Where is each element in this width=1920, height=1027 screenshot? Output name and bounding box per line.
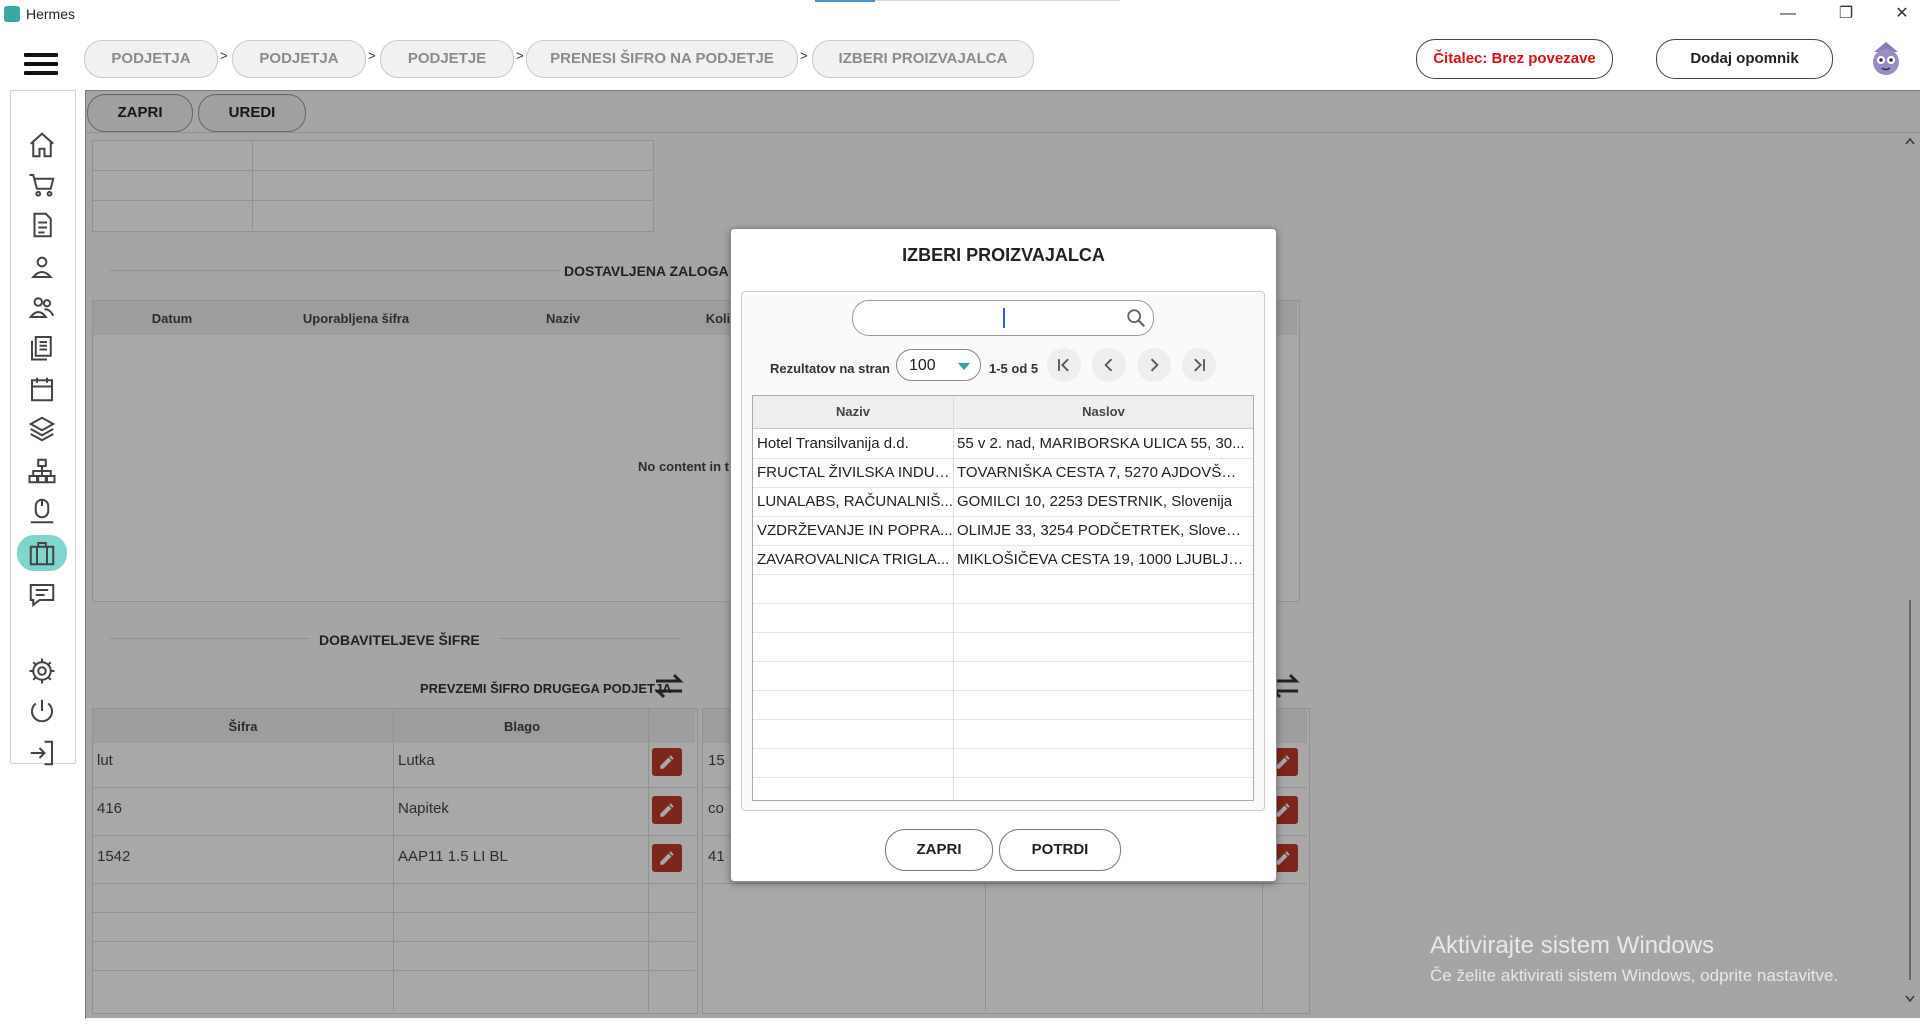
manufacturer-address: OLIMJE 33, 3254 PODČETRTEK, Slovenija xyxy=(957,522,1247,539)
column-divider xyxy=(953,396,954,800)
dialog-close-button[interactable]: ZAPRI xyxy=(885,829,993,871)
logout-icon[interactable] xyxy=(20,736,64,770)
first-page-button[interactable] xyxy=(1047,348,1081,382)
dialog-title: IZBERI PROIZVAJALCA xyxy=(902,245,1105,265)
manufacturer-address: TOVARNIŠKA CESTA 7, 5270 AJDOVŠČIN... xyxy=(957,464,1247,481)
list-icon[interactable] xyxy=(20,330,64,364)
manufacturer-address: GOMILCI 10, 2253 DESTRNIK, Slovenija xyxy=(957,493,1233,510)
windows-activation-text: Če želite aktivirati sistem Windows, odp… xyxy=(1430,966,1839,985)
windows-activation-title: Aktivirajte sistem Windows xyxy=(1430,932,1715,959)
title-accent xyxy=(815,0,875,2)
table-row[interactable]: LUNALABS, RAČUNALNIŠ... GOMILCI 10, 2253 … xyxy=(753,487,1253,517)
mouse-icon[interactable] xyxy=(20,494,64,528)
table-row[interactable]: FRUCTAL ŽIVILSKA INDUS... TOVARNIŠKA CEST… xyxy=(753,458,1253,488)
empty-row xyxy=(753,632,1253,662)
breadcrumb-separator: > xyxy=(800,48,808,63)
cart-icon[interactable] xyxy=(20,168,64,202)
empty-row xyxy=(753,603,1253,633)
menu-icon[interactable] xyxy=(24,53,58,75)
previous-page-button[interactable] xyxy=(1092,348,1126,382)
results-per-page-select[interactable]: 100 xyxy=(896,349,981,381)
window-title: Hermes xyxy=(26,6,76,22)
manufacturer-name: LUNALABS, RAČUNALNIŠ... xyxy=(757,493,953,510)
breadcrumb-transfer-code[interactable]: PRENESI ŠIFRO NA PODJETJE xyxy=(526,40,798,78)
gear-icon[interactable] xyxy=(20,654,64,688)
chat-icon[interactable] xyxy=(20,578,64,612)
text-caret xyxy=(1003,308,1005,328)
confirm-button[interactable]: POTRDI xyxy=(999,829,1121,871)
breadcrumb-select-manufacturer[interactable]: IZBERI PROIZVAJALCA xyxy=(812,40,1034,78)
manufacturer-address: 55 v 2. nad, MARIBORSKA ULICA 55, 30... xyxy=(957,435,1245,452)
search-icon[interactable] xyxy=(1125,307,1147,329)
breadcrumb-companies[interactable]: PODJETJA xyxy=(84,40,218,78)
app-icon xyxy=(4,6,20,22)
calendar-icon[interactable] xyxy=(20,372,64,406)
breadcrumb-separator: > xyxy=(516,48,524,63)
results-per-page-label: Rezultatov na stran xyxy=(770,361,890,376)
window-titlebar: Hermes — ❐ ✕ xyxy=(0,0,1920,28)
breadcrumb-separator: > xyxy=(368,48,376,63)
empty-row xyxy=(753,690,1253,720)
results-range: 1-5 od 5 xyxy=(989,361,1039,376)
column-header[interactable]: Naziv xyxy=(753,396,953,429)
dropdown-arrow-icon xyxy=(958,363,970,370)
empty-row xyxy=(753,574,1253,604)
results-per-page-value: 100 xyxy=(909,357,936,374)
users-icon[interactable] xyxy=(20,290,64,324)
layers-icon[interactable] xyxy=(20,412,64,446)
power-icon[interactable] xyxy=(20,694,64,728)
document-icon[interactable] xyxy=(20,208,64,242)
manufacturer-address: MIKLOŠIČEVA CESTA 19, 1000 LJUBLJAN... xyxy=(957,551,1247,568)
empty-row xyxy=(753,719,1253,749)
breadcrumb-companies-2[interactable]: PODJETJA xyxy=(232,40,366,78)
column-header[interactable]: Naslov xyxy=(954,396,1253,429)
minimize-button[interactable]: — xyxy=(1768,2,1808,26)
avatar[interactable] xyxy=(1866,38,1906,78)
manufacturers-table: Naziv Naslov Hotel Transilvanija d.d. 55 … xyxy=(752,395,1254,801)
search-input[interactable] xyxy=(867,305,1111,331)
table-row[interactable]: VZDRŽEVANJE IN POPRA... OLIMJE 33, 3254 P… xyxy=(753,516,1253,546)
empty-row xyxy=(753,661,1253,691)
hierarchy-icon[interactable] xyxy=(20,454,64,488)
reader-status-button[interactable]: Čitalec: Brez povezave xyxy=(1416,39,1613,79)
breadcrumb-company[interactable]: PODJETJE xyxy=(380,40,514,78)
manufacturer-name: FRUCTAL ŽIVILSKA INDUS... xyxy=(757,464,953,481)
table-row[interactable]: ZAVAROVALNICA TRIGLA... MIKLOŠIČEVA CESTA… xyxy=(753,545,1253,575)
last-page-button[interactable] xyxy=(1182,348,1216,382)
table-row[interactable]: Hotel Transilvanija d.d. 55 v 2. nad, MAR… xyxy=(753,429,1253,459)
search-field[interactable] xyxy=(852,300,1154,336)
restore-button[interactable]: ❐ xyxy=(1826,2,1866,26)
empty-row xyxy=(753,748,1253,778)
manufacturer-name: ZAVAROVALNICA TRIGLA... xyxy=(757,551,950,568)
manufacturer-name: Hotel Transilvanija d.d. xyxy=(757,435,909,452)
title-accent-line xyxy=(875,0,1120,1)
briefcase-icon[interactable] xyxy=(17,535,67,571)
add-reminder-button[interactable]: Dodaj opomnik xyxy=(1656,39,1833,79)
home-icon[interactable] xyxy=(20,128,64,162)
breadcrumb-separator: > xyxy=(220,48,228,63)
close-window-button[interactable]: ✕ xyxy=(1882,2,1920,26)
next-page-button[interactable] xyxy=(1137,348,1171,382)
select-manufacturer-dialog: IZBERI PROIZVAJALCA Rezultatov na stran … xyxy=(730,228,1277,882)
user-icon[interactable] xyxy=(20,250,64,284)
manufacturer-name: VZDRŽEVANJE IN POPRA... xyxy=(757,522,953,539)
dialog-content: Rezultatov na stran 100 1-5 od 5 Naziv N… xyxy=(741,291,1265,811)
